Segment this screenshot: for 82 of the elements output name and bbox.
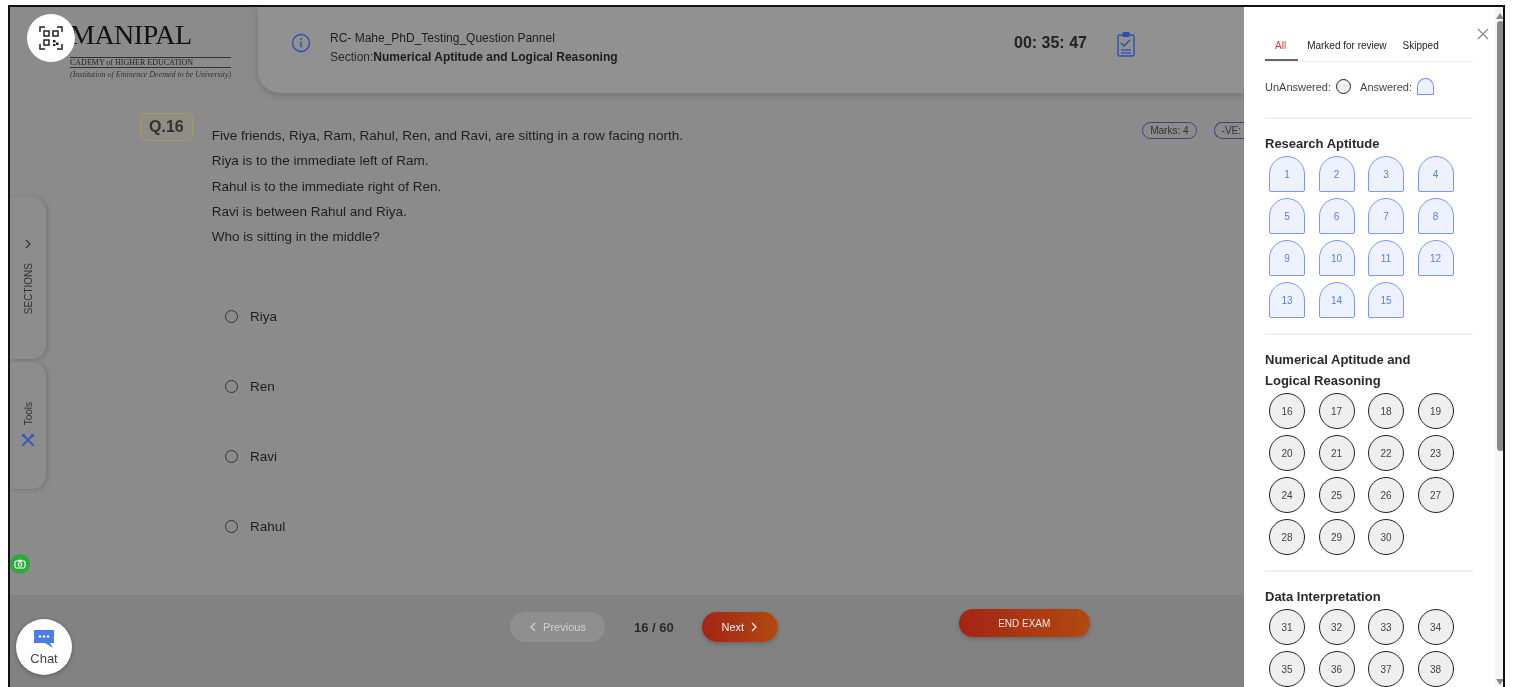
end-exam-button[interactable]: END EXAM (958, 609, 1090, 637)
question-number-button[interactable]: 28 (1269, 519, 1305, 555)
question-number-button[interactable]: 22 (1368, 435, 1404, 471)
question-number-button[interactable]: 20 (1269, 435, 1305, 471)
option-label[interactable]: Riya (250, 309, 277, 325)
answered-legend-icon (1417, 78, 1435, 95)
filter-tab[interactable]: All (1265, 37, 1299, 61)
section-title: Numerical Aptitude and Logical Reasoning (1265, 351, 1412, 390)
question-number-button[interactable]: 12 (1417, 240, 1454, 276)
question-number-button[interactable]: 13 (1269, 282, 1305, 318)
question-text: Five friends, Riya, Ram, Rahul, Ren, and Ravi, are sitting in a row facing north. (211, 127, 683, 145)
question-number-button[interactable]: 30 (1368, 519, 1404, 555)
question-number-button[interactable]: 19 (1417, 393, 1454, 429)
legend-label: UnAnswered: (1265, 80, 1332, 93)
question-number-button[interactable]: 25 (1318, 477, 1355, 513)
question-number-button[interactable]: 10 (1318, 240, 1355, 276)
camera-icon (14, 559, 26, 569)
info-icon[interactable] (291, 33, 311, 53)
question-number-button[interactable]: 6 (1318, 198, 1355, 234)
question-number-button[interactable]: 9 (1269, 240, 1305, 276)
question-number-button[interactable]: 1 (1269, 156, 1305, 192)
question-number-button[interactable]: 35 (1269, 651, 1305, 687)
question-number-button[interactable]: 37 (1368, 651, 1404, 687)
section-name: Numerical Aptitude and Logical Reasoning (373, 50, 618, 64)
question-number-button[interactable]: 23 (1417, 435, 1454, 471)
chevron-right-icon (23, 239, 33, 249)
section-title: Research Aptitude (1265, 135, 1381, 153)
tools-tab[interactable]: Tools (10, 362, 46, 489)
option-label[interactable]: Ravi (250, 449, 277, 465)
section-label: Section: (330, 50, 374, 64)
question-number-button[interactable]: 34 (1417, 609, 1454, 645)
question-number-button[interactable]: 3 (1368, 156, 1404, 192)
scroll-up-icon[interactable] (1496, 13, 1503, 19)
question-number-button[interactable]: 18 (1368, 393, 1404, 429)
timer: 00: 35: 47 (1014, 34, 1087, 52)
question-number-button[interactable]: 11 (1368, 240, 1404, 276)
question-number-button[interactable]: 31 (1269, 609, 1305, 645)
question-text: Rahul is to the immediate right of Ren. (211, 177, 443, 196)
clipboard-check-icon[interactable] (1116, 31, 1135, 57)
question-number-button[interactable]: 38 (1417, 651, 1454, 687)
close-icon[interactable] (1477, 28, 1489, 40)
question-number-button[interactable]: 8 (1417, 198, 1454, 234)
question-number-button[interactable]: 33 (1368, 609, 1404, 645)
question-text: Riya is to the immediate left of Ram. (211, 152, 430, 171)
legend-label: Answered: (1360, 80, 1413, 93)
scrollbar[interactable] (1495, 7, 1503, 687)
question-text: Who is sitting in the middle? (211, 228, 381, 247)
scrollbar-thumb[interactable] (1496, 21, 1503, 451)
camera-button[interactable] (10, 554, 30, 574)
chevron-left-icon (529, 622, 538, 632)
option-label[interactable]: Rahul (250, 519, 286, 535)
logo-tagline: (Institution of Eminence Deemed to be University) (70, 70, 232, 79)
question-number-button[interactable]: 24 (1269, 477, 1305, 513)
chevron-right-icon (750, 622, 759, 632)
option-label[interactable]: Ren (250, 379, 275, 395)
tools-icon (21, 433, 35, 448)
question-number-button[interactable]: 26 (1368, 477, 1404, 513)
question-number-button[interactable]: 21 (1318, 435, 1355, 471)
scroll-down-icon[interactable] (1496, 679, 1503, 685)
question-number-button[interactable]: 29 (1318, 519, 1355, 555)
question-number-button[interactable]: 16 (1269, 393, 1305, 429)
question-number-button[interactable]: 27 (1417, 477, 1454, 513)
question-number-button[interactable]: 15 (1368, 282, 1404, 318)
sections-tab[interactable]: SECTIONS (10, 197, 46, 359)
question-number-button[interactable]: 2 (1318, 156, 1355, 192)
question-number-button[interactable]: 32 (1318, 609, 1355, 645)
question-text: Ravi is between Rahul and Riya. (211, 202, 408, 221)
question-counter: 16 / 60 (634, 620, 674, 635)
filter-tab[interactable]: Skipped (1395, 37, 1446, 61)
exam-title: RC- Mahe_PhD_Testing_Question Pannel (330, 31, 556, 45)
chat-bubble-icon (33, 628, 55, 649)
question-number-button[interactable]: 5 (1269, 198, 1305, 234)
filter-tab[interactable]: Marked for review (1300, 37, 1394, 61)
qr-code-icon (39, 26, 63, 50)
question-number: Q.16 (140, 113, 193, 141)
section-title: Data Interpretation (1265, 588, 1382, 606)
logo-subtitle: CADEMY of HIGHER EDUCATION (70, 57, 232, 68)
question-number-button[interactable]: 36 (1318, 651, 1355, 687)
question-number-button[interactable]: 17 (1318, 393, 1355, 429)
unanswered-legend-icon (1336, 79, 1352, 94)
next-button[interactable]: Next (701, 612, 778, 642)
question-number-button[interactable]: 7 (1368, 198, 1404, 234)
